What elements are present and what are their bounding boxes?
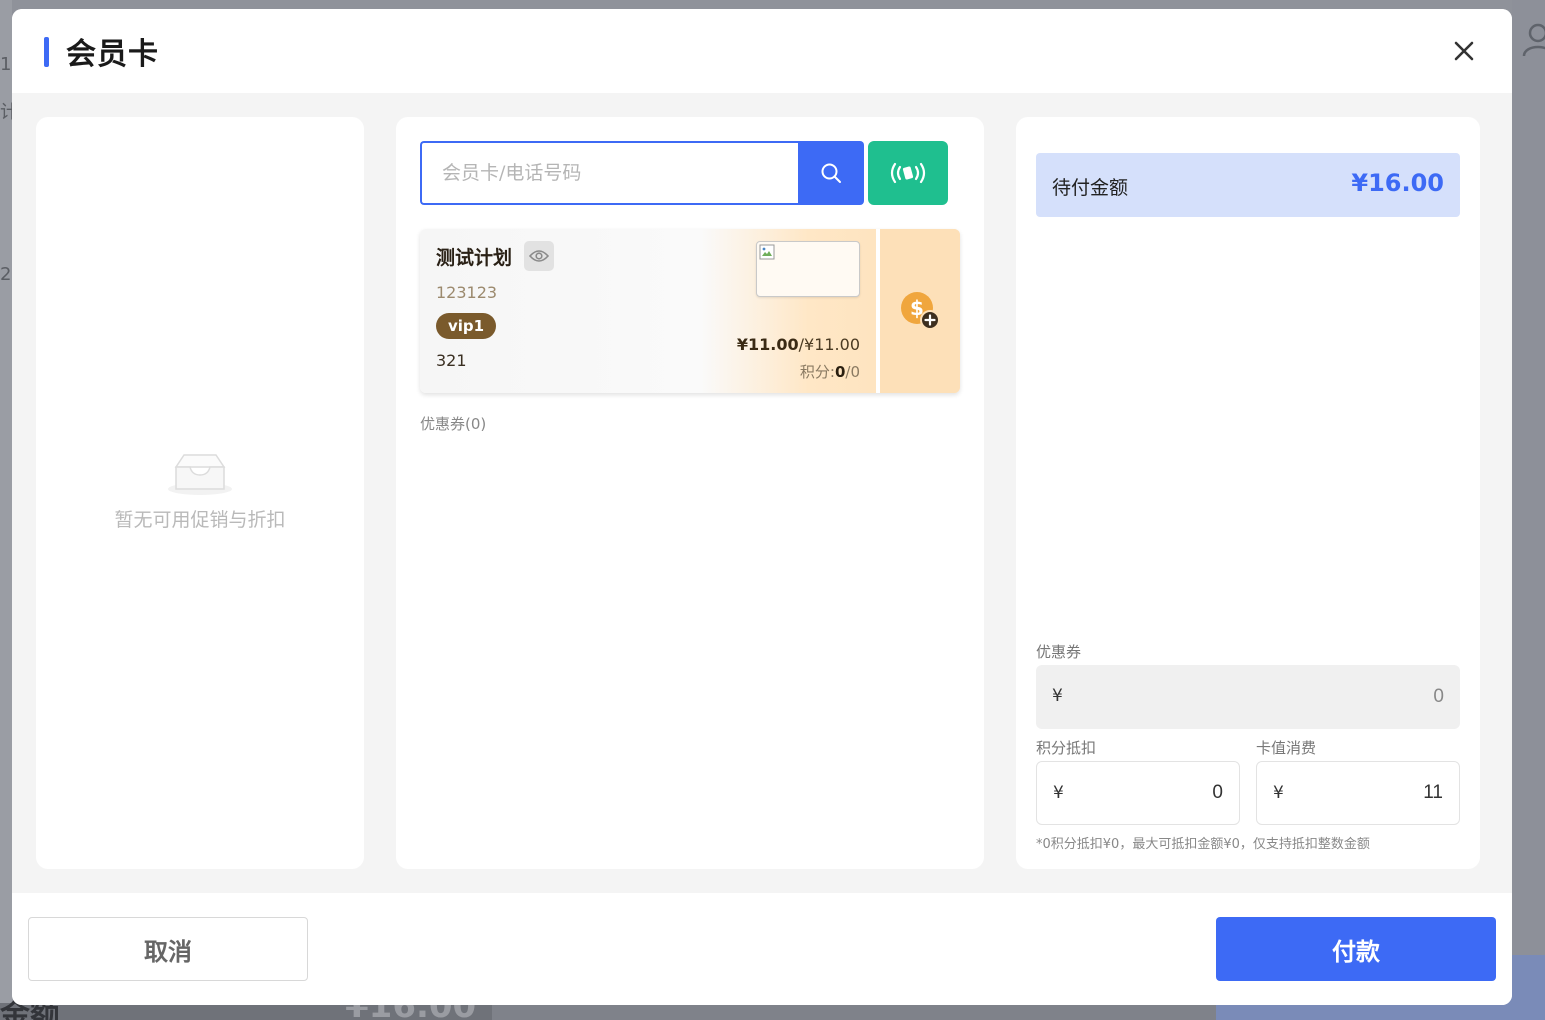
amount-due-label: 待付金额 <box>1052 177 1129 199</box>
member-card[interactable]: 测试计划 123123 vip1 321 ¥11.00/¥11.00 积分:0/… <box>420 229 960 393</box>
points-deduction-label: 积分抵扣 <box>1036 739 1097 757</box>
points-deduction-note: *0积分抵扣¥0，最大可抵扣金额¥0，仅支持抵扣整数金额 <box>1036 837 1370 852</box>
search-button[interactable] <box>798 141 864 205</box>
modal-footer: 取消 付款 <box>12 893 1512 1005</box>
title-accent-bar <box>44 37 49 67</box>
close-icon[interactable] <box>1450 37 1478 65</box>
modal-title: 会员卡 <box>66 37 159 72</box>
eye-icon <box>529 250 549 262</box>
card-image <box>756 241 860 297</box>
points-deduction-field: ¥ <box>1036 761 1240 825</box>
empty-state-text: 暂无可用促销与折扣 <box>114 509 286 531</box>
cancel-button[interactable]: 取消 <box>28 917 308 981</box>
empty-inbox-icon <box>168 454 232 495</box>
user-icon <box>1522 23 1545 56</box>
points-current: 0 <box>834 363 846 381</box>
background-text: 1 <box>0 54 12 75</box>
amount-due-bar: 待付金额 ¥16.00 <box>1036 153 1460 217</box>
points-label: 积分: <box>799 363 835 381</box>
search-box <box>420 141 800 205</box>
vip-level-badge: vip1 <box>436 313 497 339</box>
card-plan-name: 测试计划 <box>436 247 513 269</box>
card-consumption-label: 卡值消费 <box>1256 739 1317 757</box>
currency-symbol: ¥ <box>1273 783 1284 803</box>
card-balance: ¥11.00/¥11.00 <box>737 335 860 354</box>
card-consumption-input[interactable] <box>1297 762 1443 824</box>
card-number: 123123 <box>436 283 498 302</box>
card-consumption-field: ¥ <box>1256 761 1460 825</box>
coupon-link[interactable]: 优惠券(0) <box>420 413 486 434</box>
balance-total: ¥11.00 <box>804 335 860 354</box>
coin-plus-icon: $ <box>901 292 940 330</box>
promotions-panel: 暂无可用促销与折扣 <box>36 117 364 869</box>
recharge-button[interactable]: $ <box>880 229 960 393</box>
broken-image-icon <box>759 244 775 260</box>
card-points: 积分:0/0 <box>800 361 860 382</box>
payment-panel: 待付金额 ¥16.00 优惠券 ¥ 积分抵扣 ¥ 卡值消费 ¥ *0积分抵扣¥0… <box>1016 117 1480 869</box>
balance-current: ¥11.00 <box>736 335 799 354</box>
member-panel: 测试计划 123123 vip1 321 ¥11.00/¥11.00 积分:0/… <box>396 117 984 869</box>
member-card-modal: 会员卡 暂无可用促销与折扣 会员卡/电话号码 测试计划 123123 vip1 … <box>12 9 1512 1005</box>
modal-header: 会员卡 <box>12 9 1512 93</box>
points-deduction-input[interactable] <box>1077 762 1223 824</box>
card-extra-info: 321 <box>436 351 467 370</box>
coupon-field: ¥ <box>1036 665 1460 729</box>
currency-symbol: ¥ <box>1052 686 1063 706</box>
search-input[interactable] <box>422 143 800 203</box>
background-right-strip <box>1512 0 1545 1020</box>
coupon-field-label: 优惠券 <box>1036 643 1082 661</box>
pay-button[interactable]: 付款 <box>1216 917 1496 981</box>
background-text: 2 <box>0 264 12 285</box>
points-total: 0 <box>850 363 860 381</box>
background-left-strip <box>0 0 12 1020</box>
nfc-icon <box>890 162 926 184</box>
nfc-read-button[interactable] <box>868 141 948 205</box>
search-icon <box>821 163 841 183</box>
amount-due-value: ¥16.00 <box>1351 169 1444 197</box>
toggle-visibility-button[interactable] <box>524 241 554 271</box>
coupon-amount-input <box>1076 665 1444 729</box>
currency-symbol: ¥ <box>1053 783 1064 803</box>
